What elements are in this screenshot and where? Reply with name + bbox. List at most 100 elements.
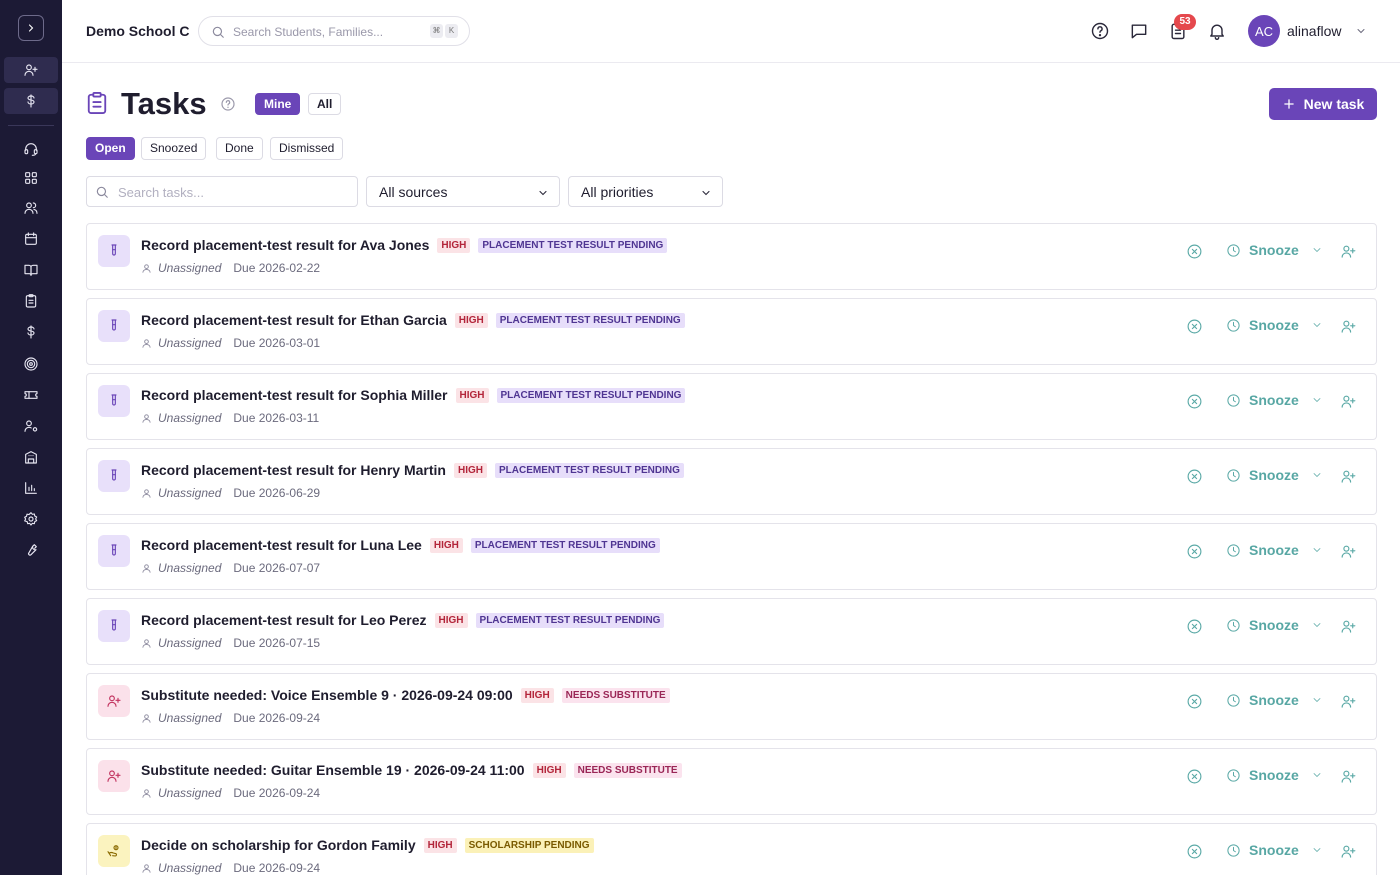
- snooze-button[interactable]: Snooze: [1226, 767, 1323, 783]
- task-assignee: Unassigned: [158, 486, 222, 500]
- sidebar-item-building[interactable]: [4, 444, 58, 470]
- snooze-button[interactable]: Snooze: [1226, 692, 1323, 708]
- snooze-button[interactable]: Snooze: [1226, 542, 1323, 558]
- sidebar-item-clipboard[interactable]: [4, 288, 58, 314]
- assign-user-icon[interactable]: [1340, 618, 1357, 635]
- assign-user-icon[interactable]: [1340, 843, 1357, 860]
- sidebar-item-target[interactable]: [4, 351, 58, 377]
- task-search-placeholder: Search tasks...: [118, 185, 204, 200]
- assign-user-icon[interactable]: [1340, 693, 1357, 710]
- sidebar-item-settings[interactable]: [4, 506, 58, 532]
- task-assignee: Unassigned: [158, 261, 222, 275]
- users-icon: [24, 202, 38, 214]
- dismiss-icon[interactable]: [1186, 243, 1203, 260]
- dismiss-icon[interactable]: [1186, 318, 1203, 335]
- sidebar-item-grid[interactable]: [4, 165, 58, 191]
- sidebar-item-headset[interactable]: [4, 136, 58, 162]
- sidebar-item-calendar[interactable]: [4, 226, 58, 252]
- clipboard-icon: [87, 92, 107, 114]
- snooze-button[interactable]: Snooze: [1226, 392, 1323, 408]
- source-select[interactable]: All sources: [366, 176, 560, 207]
- help-icon[interactable]: [1090, 21, 1110, 41]
- sidebar-item-dollar[interactable]: [4, 319, 58, 345]
- task-title[interactable]: Record placement-test result for Leo Per…: [141, 612, 427, 628]
- task-due-date: Due 2026-07-07: [233, 561, 321, 575]
- task-search-input[interactable]: Search tasks...: [86, 176, 358, 207]
- username[interactable]: alinaflow: [1287, 23, 1341, 39]
- source-select-value: All sources: [379, 184, 448, 200]
- priority-select[interactable]: All priorities: [568, 176, 723, 207]
- sidebar-item-user-gear[interactable]: [4, 413, 58, 439]
- task-title[interactable]: Substitute needed: Voice Ensemble 9 · 20…: [141, 687, 513, 703]
- sidebar-item-book[interactable]: [4, 257, 58, 283]
- sidebar-item-ticket[interactable]: [4, 382, 58, 408]
- chevron-down-icon: [1313, 323, 1321, 327]
- new-task-button[interactable]: New task: [1269, 88, 1377, 120]
- task-row[interactable]: Decide on scholarship for Gordon Family H…: [86, 823, 1377, 875]
- dismiss-icon[interactable]: [1186, 618, 1203, 635]
- priority-badge: HIGH: [532, 762, 566, 778]
- task-due-date: Due 2026-09-24: [233, 861, 321, 875]
- assign-user-icon[interactable]: [1340, 393, 1357, 410]
- task-row[interactable]: Record placement-test result for Luna Le…: [86, 523, 1377, 590]
- sidebar-item-users[interactable]: [4, 195, 58, 221]
- tab-dismissed[interactable]: Dismissed: [270, 137, 344, 160]
- assign-user-icon[interactable]: [1340, 243, 1357, 260]
- dismiss-icon[interactable]: [1186, 768, 1203, 785]
- dollar-icon: [27, 325, 35, 339]
- task-row[interactable]: Record placement-test result for Leo Per…: [86, 598, 1377, 665]
- assign-user-icon[interactable]: [1340, 318, 1357, 335]
- task-title[interactable]: Record placement-test result for Sophia …: [141, 387, 448, 403]
- assign-user-icon[interactable]: [1340, 543, 1357, 560]
- messages-icon[interactable]: [1129, 21, 1149, 41]
- chevron-down-icon: [1313, 398, 1321, 402]
- task-row[interactable]: Substitute needed: Guitar Ensemble 19 · …: [86, 748, 1377, 815]
- sidebar-item-bar-chart[interactable]: [4, 475, 58, 501]
- task-row[interactable]: Record placement-test result for Ava Jon…: [86, 223, 1377, 290]
- chevron-right-icon: [28, 24, 34, 32]
- snooze-button[interactable]: Snooze: [1226, 617, 1323, 633]
- avatar[interactable]: AC: [1248, 15, 1280, 47]
- task-row[interactable]: Record placement-test result for Sophia …: [86, 373, 1377, 440]
- task-row[interactable]: Record placement-test result for Henry M…: [86, 448, 1377, 515]
- task-title[interactable]: Substitute needed: Guitar Ensemble 19 · …: [141, 762, 525, 778]
- task-title[interactable]: Record placement-test result for Ava Jon…: [141, 237, 429, 253]
- snooze-button[interactable]: Snooze: [1226, 317, 1323, 333]
- global-search-input[interactable]: Search Students, Families... ⌘ K: [198, 16, 470, 46]
- bell-icon[interactable]: [1207, 21, 1227, 41]
- sidebar-item-user-plus[interactable]: [4, 57, 58, 83]
- user-icon: [142, 488, 151, 498]
- assign-user-icon[interactable]: [1340, 468, 1357, 485]
- dismiss-icon[interactable]: [1186, 843, 1203, 860]
- task-due-date: Due 2026-09-24: [233, 711, 321, 725]
- tab-open[interactable]: Open: [86, 137, 135, 160]
- snooze-button[interactable]: Snooze: [1226, 842, 1323, 858]
- scope-mine-toggle[interactable]: Mine: [255, 93, 301, 115]
- sidebar-toggle-button[interactable]: [18, 15, 44, 41]
- chevron-down-icon[interactable]: [1355, 25, 1367, 37]
- dismiss-icon[interactable]: [1186, 693, 1203, 710]
- task-row[interactable]: Substitute needed: Voice Ensemble 9 · 20…: [86, 673, 1377, 740]
- snooze-button[interactable]: Snooze: [1226, 467, 1323, 483]
- task-title[interactable]: Record placement-test result for Ethan G…: [141, 312, 447, 328]
- task-title[interactable]: Decide on scholarship for Gordon Family: [141, 837, 416, 853]
- task-row[interactable]: Record placement-test result for Ethan G…: [86, 298, 1377, 365]
- sidebar-item-wrench[interactable]: [4, 537, 58, 563]
- book-icon: [24, 264, 38, 276]
- school-name: Demo School C: [86, 23, 190, 39]
- task-title[interactable]: Record placement-test result for Henry M…: [141, 462, 446, 478]
- clock-icon: [1227, 393, 1240, 407]
- dismiss-icon[interactable]: [1186, 543, 1203, 560]
- snooze-button[interactable]: Snooze: [1226, 242, 1323, 258]
- snooze-label: Snooze: [1249, 692, 1299, 708]
- dismiss-icon[interactable]: [1186, 468, 1203, 485]
- tab-snoozed[interactable]: Snoozed: [141, 137, 207, 160]
- task-title[interactable]: Record placement-test result for Luna Le…: [141, 537, 422, 553]
- scope-all-toggle[interactable]: All: [308, 93, 342, 115]
- chevron-down-icon: [539, 190, 547, 196]
- tab-done[interactable]: Done: [216, 137, 263, 160]
- sidebar-item-dollar[interactable]: [4, 88, 58, 114]
- help-circle-icon[interactable]: [220, 96, 236, 112]
- dismiss-icon[interactable]: [1186, 393, 1203, 410]
- assign-user-icon[interactable]: [1340, 768, 1357, 785]
